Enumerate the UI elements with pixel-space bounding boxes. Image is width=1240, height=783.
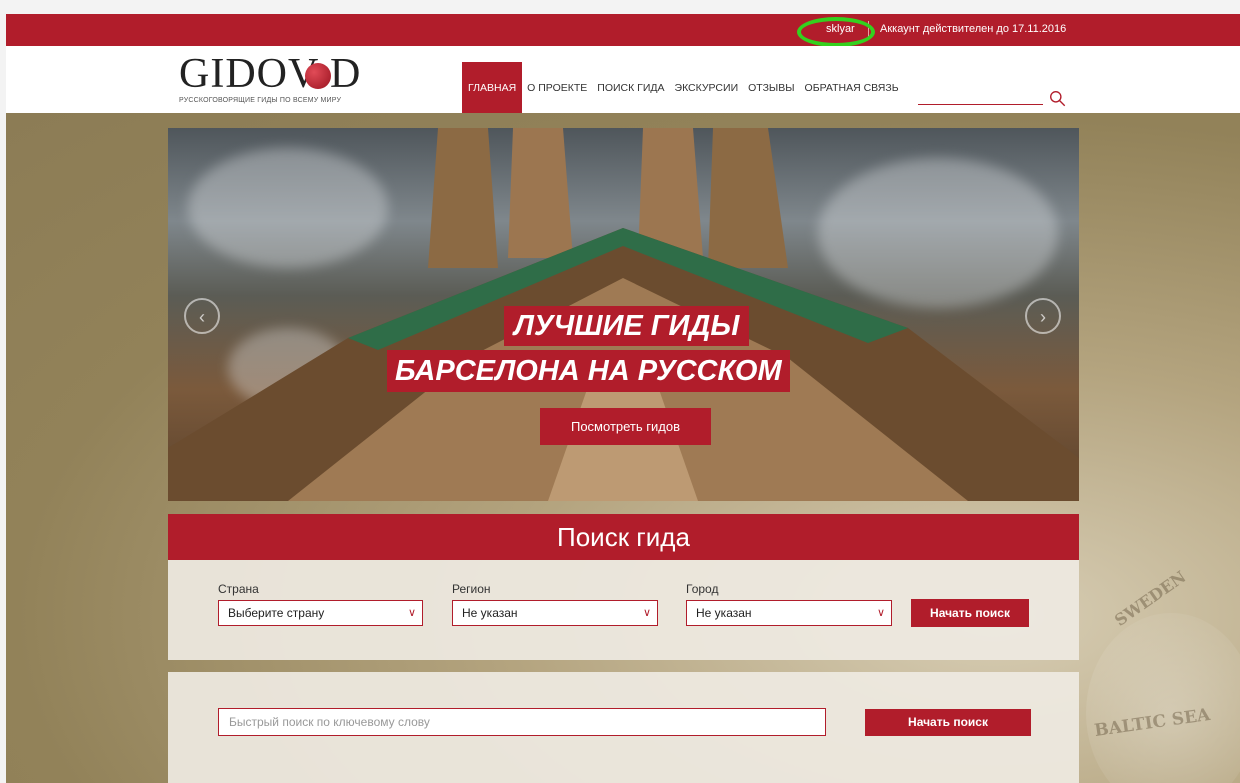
highlight-annotation — [797, 17, 875, 47]
quick-search-panel: Быстрый поиск по ключевому слову Начать … — [168, 672, 1079, 783]
chevron-down-icon: ∨ — [642, 607, 651, 619]
keyword-search-input[interactable]: Быстрый поиск по ключевому слову — [218, 708, 826, 736]
nav-feedback[interactable]: ОБРАТНАЯ СВЯЗЬ — [800, 62, 904, 114]
chevron-down-icon: ∨ — [876, 607, 885, 619]
nav-reviews[interactable]: ОТЗЫВЫ — [743, 62, 799, 114]
hero-slider: ‹ › ЛУЧШИЕ ГИДЫ БАРСЕЛОНА НА РУССКОМ Пос… — [168, 128, 1079, 501]
top-bar: sklyar Аккаунт действителен до 17.11.201… — [6, 14, 1240, 46]
nav-excursions[interactable]: ЭКСКУРСИИ — [670, 62, 744, 114]
globe-icon — [305, 63, 331, 89]
arrow-right-icon[interactable]: › — [1025, 298, 1061, 334]
country-select[interactable]: Выберите страну ∨ — [218, 600, 423, 626]
city-select[interactable]: Не указан ∨ — [686, 600, 892, 626]
view-guides-button[interactable]: Посмотреть гидов — [540, 408, 711, 445]
map-background-image — [1086, 613, 1240, 783]
quick-search-button[interactable]: Начать поиск — [865, 709, 1031, 736]
main-nav: ГЛАВНАЯ О ПРОЕКТЕ ПОИСК ГИДА ЭКСКУРСИИ О… — [462, 62, 904, 114]
region-value: Не указан — [462, 606, 518, 620]
nav-find-guide[interactable]: ПОИСК ГИДА — [592, 62, 669, 114]
site-header: GIDOV D РУССКОГОВОРЯЩИЕ ГИДЫ ПО ВСЕМУ МИ… — [6, 46, 1240, 114]
logo[interactable]: GIDOV D РУССКОГОВОРЯЩИЕ ГИДЫ ПО ВСЕМУ МИ… — [175, 50, 385, 108]
region-label: Регион — [452, 582, 491, 596]
arrow-left-icon[interactable]: ‹ — [184, 298, 220, 334]
logo-wordmark: GIDOV D — [179, 51, 362, 97]
guide-search-button[interactable]: Начать поиск — [911, 599, 1029, 627]
hero-title-line1: ЛУЧШИЕ ГИДЫ — [504, 306, 750, 346]
chevron-down-icon: ∨ — [407, 607, 416, 619]
country-label: Страна — [218, 582, 259, 596]
search-icon[interactable] — [1049, 90, 1066, 107]
logo-tagline: РУССКОГОВОРЯЩИЕ ГИДЫ ПО ВСЕМУ МИРУ — [179, 97, 342, 104]
country-value: Выберите страну — [228, 606, 325, 620]
nav-home[interactable]: ГЛАВНАЯ — [462, 62, 523, 114]
page: sklyar Аккаунт действителен до 17.11.201… — [6, 14, 1240, 783]
guide-search-form: Страна Выберите страну ∨ Регион Не указа… — [168, 560, 1079, 660]
hero-title-line2: БАРСЕЛОНА НА РУССКОМ — [387, 350, 790, 392]
browser-frame: sklyar Аккаунт действителен до 17.11.201… — [0, 0, 1240, 783]
header-search-input[interactable] — [918, 104, 1043, 105]
account-status: Аккаунт действителен до 17.11.2016 — [880, 23, 1067, 35]
city-label: Город — [686, 582, 719, 596]
guide-search-title: Поиск гида — [168, 514, 1079, 560]
nav-about[interactable]: О ПРОЕКТЕ — [522, 62, 592, 114]
city-value: Не указан — [696, 606, 752, 620]
region-select[interactable]: Не указан ∨ — [452, 600, 658, 626]
